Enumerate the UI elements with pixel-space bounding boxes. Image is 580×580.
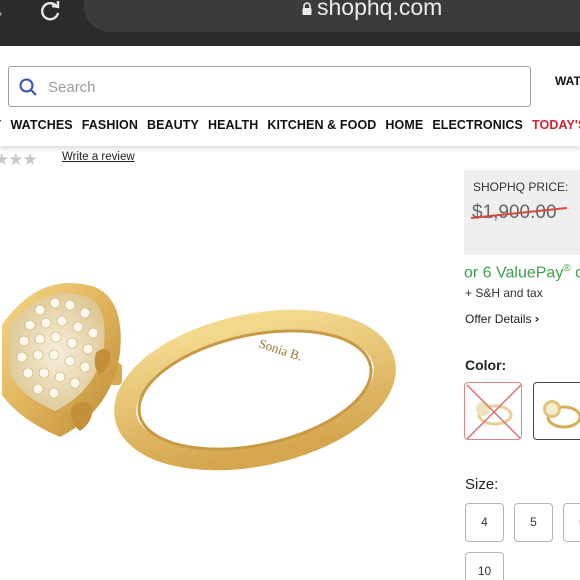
size-label: Size: <box>465 476 499 493</box>
search-placeholder: Search <box>48 79 96 96</box>
address-url[interactable]: shophq.com <box>317 0 442 21</box>
reload-icon[interactable] <box>37 0 63 24</box>
search-icon[interactable] <box>18 77 38 97</box>
category-kitchen-food[interactable]: KITCHEN & FOOD <box>267 118 376 132</box>
ring-thumbnail-icon <box>466 384 521 439</box>
size-option-10[interactable]: 10 <box>465 552 504 580</box>
shipping-note: + S&H and tax <box>465 286 543 300</box>
category-home[interactable]: HOME <box>385 118 423 132</box>
price-strike <box>470 207 568 219</box>
category-nav: Y WATCHES FASHION BEAUTY HEALTH KITCHEN & FOO… <box>0 118 580 132</box>
back-arrow-icon[interactable]: › <box>0 1 4 25</box>
engraving-text: Sonia B. <box>257 336 304 364</box>
search-input[interactable]: Search <box>8 66 531 107</box>
size-option-6[interactable]: 6 <box>563 503 580 542</box>
category-todays-deals[interactable]: TODAY'S <box>532 118 580 132</box>
product-image[interactable]: Sonia B. <box>0 175 440 575</box>
price-label: SHOPHQ PRICE: <box>473 180 569 194</box>
lock-icon <box>302 2 312 15</box>
color-swatch-gold[interactable] <box>533 382 580 440</box>
star-rating-icon: ★★★ <box>0 150 38 170</box>
category-link-partial[interactable]: Y <box>0 118 1 132</box>
write-review-link[interactable]: Write a review <box>62 151 135 163</box>
size-option-4[interactable]: 4 <box>465 503 504 542</box>
chevron-right-icon: › <box>534 312 540 326</box>
offer-details-link[interactable]: Offer Details › <box>465 312 539 326</box>
price-panel: SHOPHQ PRICE: $1,900.00 <box>464 170 580 255</box>
category-watches[interactable]: WATCHES <box>10 118 72 132</box>
category-beauty[interactable]: BEAUTY <box>147 118 199 132</box>
size-option-5[interactable]: 5 <box>514 503 553 542</box>
color-swatch-unavailable[interactable] <box>464 382 522 440</box>
category-fashion[interactable]: FASHION <box>82 118 138 132</box>
category-health[interactable]: HEALTH <box>208 118 258 132</box>
rating-row: ★★★ Write a review <box>0 150 135 170</box>
ring-thumbnail-icon <box>543 400 580 429</box>
valuepay-text: or 6 ValuePay® o <box>464 263 580 282</box>
site-header: Search WATC Y WATCHES FASHION BEAUTY HEALTH K… <box>0 46 580 146</box>
browser-toolbar: › shophq.com <box>0 0 580 46</box>
nav-link-watches-partial[interactable]: WATC <box>555 74 580 88</box>
category-electronics[interactable]: ELECTRONICS <box>432 118 523 132</box>
color-label: Color: <box>465 357 507 373</box>
